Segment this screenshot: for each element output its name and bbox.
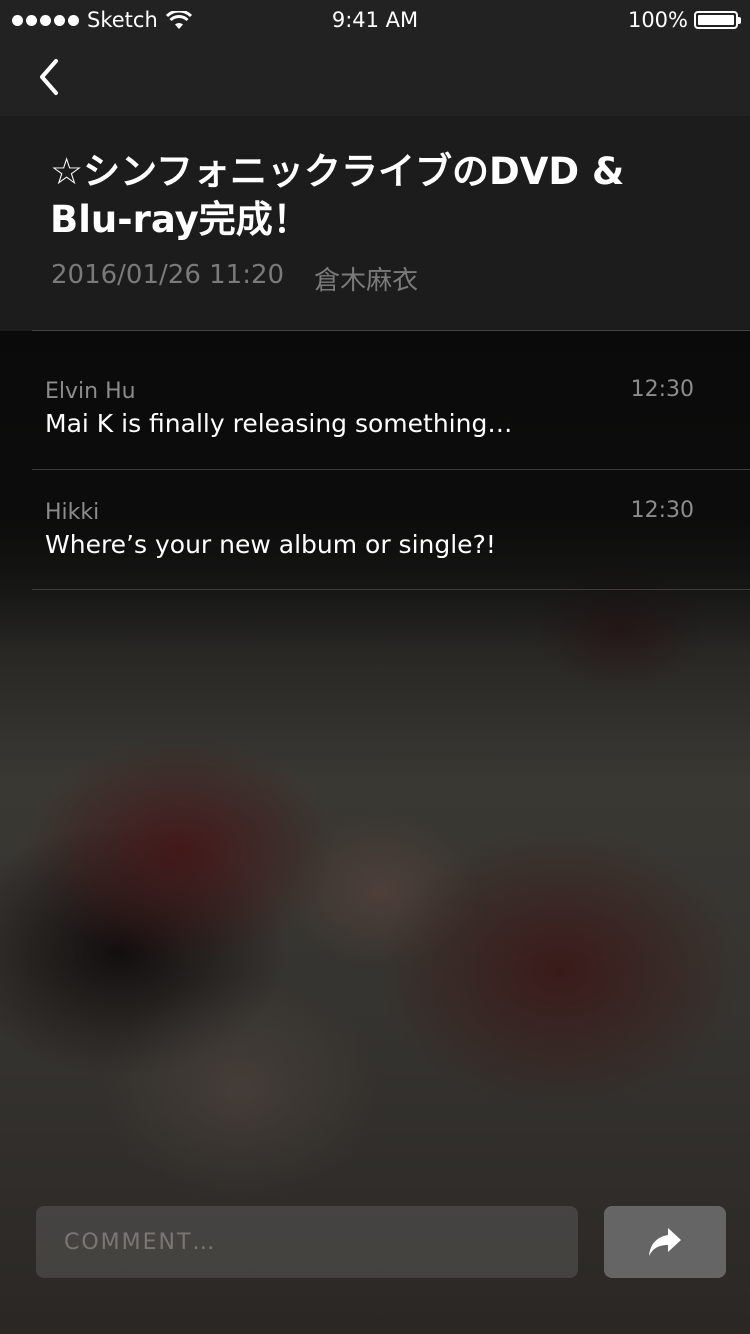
share-arrow-icon	[649, 1228, 681, 1256]
status-bar: Sketch 9:41 AM 100%	[0, 0, 750, 40]
post-title: ☆シンフォニックライブのDVD & Blu-ray完成！	[50, 150, 625, 241]
status-right: 100%	[627, 8, 741, 32]
comment-item: Hikki 12:30 Where’s your new album or si…	[32, 470, 750, 590]
comment-author: Hikki	[45, 500, 100, 525]
chat-screen: Sketch 9:41 AM 100% ☆シンフォニックライブのDVD & Bl…	[0, 0, 750, 1334]
comment-list: Elvin Hu 12:30 Mai K is finally releasin…	[0, 331, 750, 590]
battery-percent: 100%	[627, 8, 688, 32]
post-meta: 2016/01/26 11:20 倉木麻衣	[51, 260, 418, 297]
comment-time: 12:30	[630, 498, 694, 523]
comment-text: Mai K is finally releasing something…	[45, 409, 513, 438]
post-author: 倉木麻衣	[314, 266, 419, 296]
battery-icon	[694, 11, 741, 29]
back-button[interactable]	[28, 52, 68, 102]
post-header: ☆シンフォニックライブのDVD & Blu-ray完成！ 2016/01/26 …	[0, 116, 750, 331]
post-date: 2016/01/26 11:20	[51, 260, 285, 290]
comment-text: Where’s your new album or single?!	[45, 530, 496, 559]
navigation-bar	[0, 40, 750, 116]
comment-time: 12:30	[630, 377, 694, 402]
comment-input[interactable]	[36, 1206, 578, 1278]
send-button[interactable]	[604, 1206, 726, 1278]
chevron-left-icon	[40, 59, 58, 95]
comment-item: Elvin Hu 12:30 Mai K is finally releasin…	[32, 331, 750, 470]
comment-author: Elvin Hu	[45, 379, 136, 404]
